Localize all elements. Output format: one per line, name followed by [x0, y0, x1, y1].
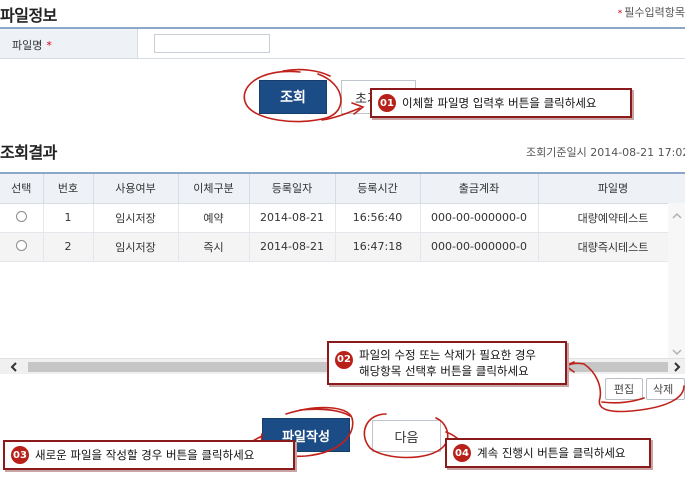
table-header-row: 선택 번호 사용여부 이체구분 등록일자 등록시간 출금계좌 파일명: [0, 174, 685, 204]
column-header: 출금계좌: [420, 174, 539, 204]
vertical-scroll-arrows-icon: [672, 212, 682, 356]
next-button[interactable]: 다음: [372, 420, 441, 452]
callout-04: 04 계속 진행시 버튼을 클릭하세요: [445, 438, 651, 468]
step-number-badge: 02: [335, 351, 353, 369]
required-star: *: [617, 9, 623, 19]
search-button[interactable]: 조회: [259, 80, 327, 114]
step-number-badge: 03: [11, 446, 29, 464]
row-date: 2014-08-21: [249, 203, 336, 233]
callout-text: 새로운 파일을 작성할 경우 버튼을 클릭하세요: [35, 448, 255, 462]
callout-line: 해당항목 선택후 버튼을 클릭하세요: [359, 364, 529, 378]
step-number-badge: 04: [453, 444, 471, 462]
callout-text: 계속 진행시 버튼을 클릭하세요: [477, 446, 626, 460]
vertical-scrollbar[interactable]: [668, 203, 685, 358]
required-note-text: 필수입력항목: [624, 6, 685, 19]
select-cell: [0, 203, 44, 233]
select-cell: [0, 232, 44, 262]
table-row[interactable]: 1 임시저장 예약 2014-08-21 16:56:40 000-00-000…: [0, 203, 685, 233]
callout-text: 파일의 수정 또는 삭제가 필요한 경우 해당항목 선택후 버튼을 클릭하세요: [359, 347, 536, 379]
callout-text: 이체할 파일명 입력후 버튼을 클릭하세요: [402, 96, 597, 110]
row-use-status: 임시저장: [93, 203, 179, 233]
delete-button[interactable]: 삭제: [646, 378, 685, 400]
row-number: 2: [43, 232, 94, 262]
row-transfer-type: 예약: [178, 203, 250, 233]
row-date: 2014-08-21: [249, 232, 336, 262]
edit-button[interactable]: 편집: [605, 378, 643, 400]
row-time: 16:56:40: [335, 203, 421, 233]
filename-required-star: *: [46, 39, 52, 52]
table-row[interactable]: 2 임시저장 즉시 2014-08-21 16:47:18 000-00-000…: [0, 232, 685, 262]
row-transfer-type: 즉시: [178, 232, 250, 262]
required-note: * 필수입력항목: [618, 4, 685, 20]
column-header: 이체구분: [178, 174, 250, 204]
row-filename: 대량예약테스트: [538, 203, 685, 233]
row-number: 1: [43, 203, 94, 233]
file-info-title: 파일정보: [0, 6, 57, 25]
filename-label: 파일명 *: [0, 29, 138, 58]
filename-label-text: 파일명: [12, 39, 43, 52]
callout-02: 02 파일의 수정 또는 삭제가 필요한 경우 해당항목 선택후 버튼을 클릭하…: [327, 341, 567, 385]
results-table: 선택 번호 사용여부 이체구분 등록일자 등록시간 출금계좌 파일명 1 임시저…: [0, 174, 685, 262]
callout-01: 01 이체할 파일명 입력후 버튼을 클릭하세요: [370, 88, 632, 118]
scroll-left-icon[interactable]: [9, 361, 19, 373]
row-time: 16:47:18: [335, 232, 421, 262]
row-account: 000-00-000000-0: [420, 203, 539, 233]
results-title: 조회결과: [0, 143, 57, 162]
filename-input[interactable]: [154, 34, 270, 53]
callout-03: 03 새로운 파일을 작성할 경우 버튼을 클릭하세요: [3, 440, 295, 470]
column-header: 파일명: [538, 174, 685, 204]
results-date-stamp: 조회기준일시 2014-08-21 17:02:59: [526, 146, 685, 159]
column-header: 등록시간: [335, 174, 421, 204]
column-header: 선택: [0, 174, 44, 204]
filename-form-row: 파일명 *: [0, 27, 685, 59]
step-number-badge: 01: [378, 94, 396, 112]
row-select-radio[interactable]: [15, 239, 27, 251]
column-header: 사용여부: [93, 174, 179, 204]
column-header: 번호: [43, 174, 94, 204]
row-filename: 대량즉시테스트: [538, 232, 685, 262]
row-use-status: 임시저장: [93, 232, 179, 262]
callout-line: 파일의 수정 또는 삭제가 필요한 경우: [359, 348, 536, 362]
scroll-right-icon[interactable]: [672, 361, 682, 373]
row-select-radio[interactable]: [15, 210, 27, 222]
column-header: 등록일자: [249, 174, 336, 204]
row-account: 000-00-000000-0: [420, 232, 539, 262]
